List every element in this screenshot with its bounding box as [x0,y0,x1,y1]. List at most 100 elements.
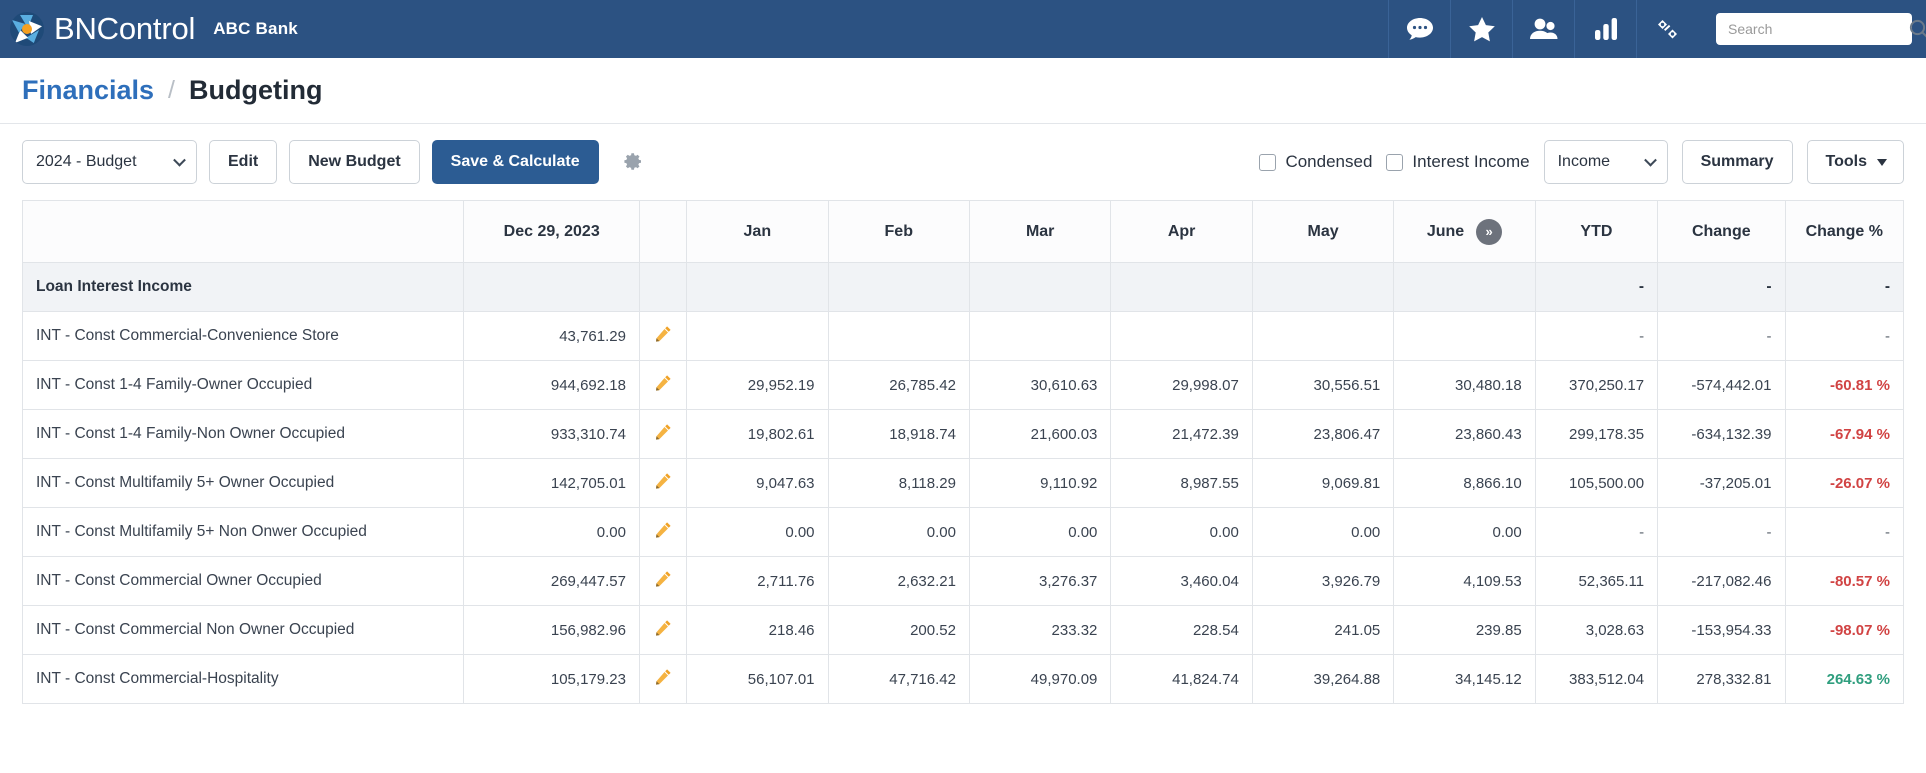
cell-feb[interactable]: 18,918.74 [828,410,969,459]
column-header-change[interactable]: Change [1658,201,1785,263]
cell-june[interactable]: 4,109.53 [1394,557,1535,606]
cell-mar[interactable] [969,312,1110,361]
edit-pencil-icon[interactable] [639,459,686,508]
cell-may[interactable]: 3,926.79 [1252,557,1393,606]
cell-jan[interactable]: 0.00 [687,508,828,557]
cell-june[interactable]: 23,860.43 [1394,410,1535,459]
brand-logo[interactable]: BNControl [10,11,195,47]
cell-baseline: 933,310.74 [464,410,640,459]
cell-june[interactable]: 34,145.12 [1394,655,1535,704]
cell-jan[interactable]: 56,107.01 [687,655,828,704]
search-box[interactable] [1716,13,1912,45]
column-header-ytd[interactable]: YTD [1535,201,1657,263]
new-budget-button[interactable]: New Budget [289,140,419,184]
next-months-button[interactable]: » [1476,219,1502,245]
users-icon[interactable] [1512,0,1574,58]
favorites-star-icon[interactable] [1450,0,1512,58]
search-icon[interactable] [1909,19,1926,40]
cell-ytd: - [1535,508,1657,557]
cell-apr[interactable]: 228.54 [1111,606,1252,655]
cell-apr[interactable] [1111,312,1252,361]
reports-bar-chart-icon[interactable] [1574,0,1636,58]
condensed-checkbox[interactable] [1259,154,1276,171]
edit-pencil-icon[interactable] [639,361,686,410]
links-icon[interactable] [1636,0,1698,58]
cell-baseline: 269,447.57 [464,557,640,606]
column-header-mar[interactable]: Mar [969,201,1110,263]
cell-apr[interactable]: 8,987.55 [1111,459,1252,508]
cell-mar[interactable]: 49,970.09 [969,655,1110,704]
cell-mar[interactable]: 0.00 [969,508,1110,557]
cell-may[interactable] [1252,312,1393,361]
cell-may[interactable]: 241.05 [1252,606,1393,655]
cell-mar[interactable]: 30,610.63 [969,361,1110,410]
interest-income-checkbox[interactable] [1386,154,1403,171]
cell-feb[interactable]: 26,785.42 [828,361,969,410]
brand-name: BNControl [54,11,195,47]
edit-pencil-icon[interactable] [639,508,686,557]
cell-mar[interactable]: 233.32 [969,606,1110,655]
condensed-checkbox-item[interactable]: Condensed [1259,152,1372,172]
category-select[interactable]: Income [1544,140,1668,184]
column-header-feb[interactable]: Feb [828,201,969,263]
cell-jan[interactable]: 218.46 [687,606,828,655]
cell-jan[interactable]: 19,802.61 [687,410,828,459]
cell-feb[interactable]: 2,632.21 [828,557,969,606]
cell-jan[interactable]: 29,952.19 [687,361,828,410]
cell-change-pct: -98.07 % [1785,606,1904,655]
cell-change: - [1658,263,1785,312]
tools-dropdown-button[interactable]: Tools [1807,140,1904,184]
save-and-calculate-button[interactable]: Save & Calculate [432,140,599,184]
cell-may[interactable]: 0.00 [1252,508,1393,557]
column-header-apr[interactable]: Apr [1111,201,1252,263]
breadcrumb-link-financials[interactable]: Financials [22,75,154,106]
cell-june[interactable]: 0.00 [1394,508,1535,557]
cell-jan[interactable] [687,312,828,361]
cell-may[interactable]: 9,069.81 [1252,459,1393,508]
interest-income-checkbox-item[interactable]: Interest Income [1386,152,1529,172]
cell-mar[interactable]: 21,600.03 [969,410,1110,459]
budget-year-select[interactable]: 2024 - Budget [22,140,197,184]
edit-pencil-icon[interactable] [639,557,686,606]
cell-june[interactable] [1394,312,1535,361]
messages-icon[interactable] [1388,0,1450,58]
column-header-jan[interactable]: Jan [687,201,828,263]
cell-feb[interactable] [828,312,969,361]
cell-apr[interactable]: 0.00 [1111,508,1252,557]
search-input[interactable] [1728,21,1909,37]
cell-mar[interactable]: 9,110.92 [969,459,1110,508]
cell-apr[interactable]: 3,460.04 [1111,557,1252,606]
edit-pencil-icon[interactable] [639,655,686,704]
edit-pencil-icon[interactable] [639,606,686,655]
cell-feb[interactable]: 8,118.29 [828,459,969,508]
gear-icon[interactable] [617,147,647,177]
cell-june[interactable]: 8,866.10 [1394,459,1535,508]
edit-pencil-icon[interactable] [639,312,686,361]
column-header-change-pct[interactable]: Change % [1785,201,1904,263]
cell-change-pct: -80.57 % [1785,557,1904,606]
cell-feb[interactable]: 200.52 [828,606,969,655]
edit-pencil-icon[interactable] [639,410,686,459]
cell-may[interactable]: 39,264.88 [1252,655,1393,704]
cell-may[interactable]: 30,556.51 [1252,361,1393,410]
column-header-june[interactable]: June » [1394,201,1535,263]
cell-apr[interactable]: 21,472.39 [1111,410,1252,459]
column-header-baseline[interactable]: Dec 29, 2023 [464,201,640,263]
cell-apr[interactable]: 29,998.07 [1111,361,1252,410]
table-row: INT - Const Multifamily 5+ Owner Occupie… [23,459,1904,508]
cell-jan[interactable]: 2,711.76 [687,557,828,606]
cell-june[interactable]: 239.85 [1394,606,1535,655]
cell-feb[interactable]: 47,716.42 [828,655,969,704]
tools-label: Tools [1826,153,1867,171]
cell-june[interactable]: 30,480.18 [1394,361,1535,410]
cell-june [1394,263,1535,312]
cell-may[interactable]: 23,806.47 [1252,410,1393,459]
cell-jan[interactable]: 9,047.63 [687,459,828,508]
edit-button[interactable]: Edit [209,140,277,184]
cell-mar[interactable]: 3,276.37 [969,557,1110,606]
column-header-may[interactable]: May [1252,201,1393,263]
cell-feb[interactable]: 0.00 [828,508,969,557]
summary-button[interactable]: Summary [1682,140,1793,184]
cell-apr[interactable]: 41,824.74 [1111,655,1252,704]
cell-baseline: 156,982.96 [464,606,640,655]
